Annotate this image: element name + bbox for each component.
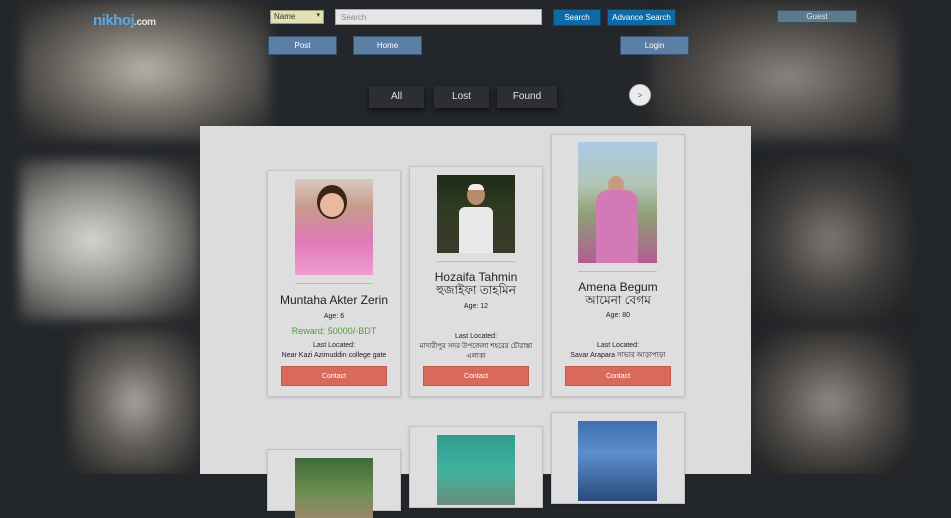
filter-tab-all[interactable]: All [369,86,424,108]
person-card [267,449,401,518]
contact-button[interactable]: Contact [281,366,387,386]
last-located-value: Near Kazi Azimuddin college gate [281,352,387,359]
logo-domain: .com [134,17,156,28]
last-located-value: Savar Arapara সাভার আড়াপাড়া [570,352,666,359]
search-type-select[interactable]: Name ▾ [270,10,324,24]
contact-button[interactable]: Contact [565,366,671,386]
contact-button[interactable]: Contact [423,366,529,386]
search-type-value: Name [274,12,296,21]
person-card: Amena Begum আমেনা বেগম Age: 80 Last Loca… [551,134,685,397]
advance-search-button[interactable]: Advance Search [607,9,676,26]
person-photo[interactable] [295,179,373,275]
search-button[interactable]: Search [553,9,601,26]
person-photo[interactable] [578,142,657,263]
person-name: Muntaha Akter Zerin [279,293,389,307]
person-name-bangla: আমেনা বেগম [585,293,651,307]
person-photo[interactable] [437,175,515,253]
person-age: Age: 12 [463,303,489,310]
person-card [409,426,543,508]
last-located-label: Last Located: [596,342,640,349]
person-name-bangla: হুজাইফা তাহমিন [436,283,516,297]
logo-text: nikhoj [93,12,135,29]
last-located-label: Last Located: [454,333,498,340]
guest-badge[interactable]: Guest [777,10,857,23]
filter-tab-lost[interactable]: Lost [434,86,489,108]
next-page-button[interactable]: > [629,84,651,106]
site-logo[interactable]: nikhoj.com [93,12,156,29]
search-input[interactable]: Search [335,9,542,25]
listing-panel: Muntaha Akter Zerin Age: 6 Reward: 50000… [200,126,751,518]
person-card [551,412,685,504]
person-photo[interactable] [437,435,515,505]
last-located-label: Last Located: [312,342,356,349]
post-button[interactable]: Post [268,36,337,55]
person-card: Muntaha Akter Zerin Age: 6 Reward: 50000… [267,170,401,397]
divider [437,261,515,262]
person-photo[interactable] [295,458,373,518]
filter-tab-found[interactable]: Found [497,86,557,108]
login-button[interactable]: Login [620,36,689,55]
chevron-down-icon: ▾ [316,12,320,19]
person-photo[interactable] [578,421,657,501]
last-located-value: মাদারীপুর সদর উপজেলা শহরের চৌরাস্তা এলাক… [419,343,533,360]
reward-text: Reward: 50000/-BDT [291,326,377,336]
person-card: Hozaifa Tahmin হুজাইফা তাহমিন Age: 12 La… [409,166,543,397]
home-button[interactable]: Home [353,36,422,55]
divider [578,271,657,272]
person-age: Age: 6 [323,313,345,320]
divider [295,283,373,284]
person-age: Age: 80 [605,312,631,319]
